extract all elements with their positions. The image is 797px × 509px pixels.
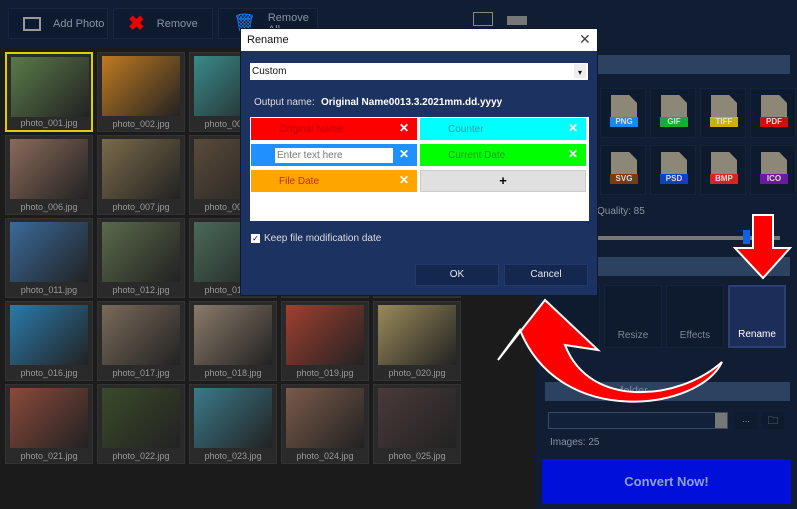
curved-arrow xyxy=(497,298,723,403)
down-arrow xyxy=(732,214,793,280)
annotation-arrows xyxy=(497,214,793,403)
